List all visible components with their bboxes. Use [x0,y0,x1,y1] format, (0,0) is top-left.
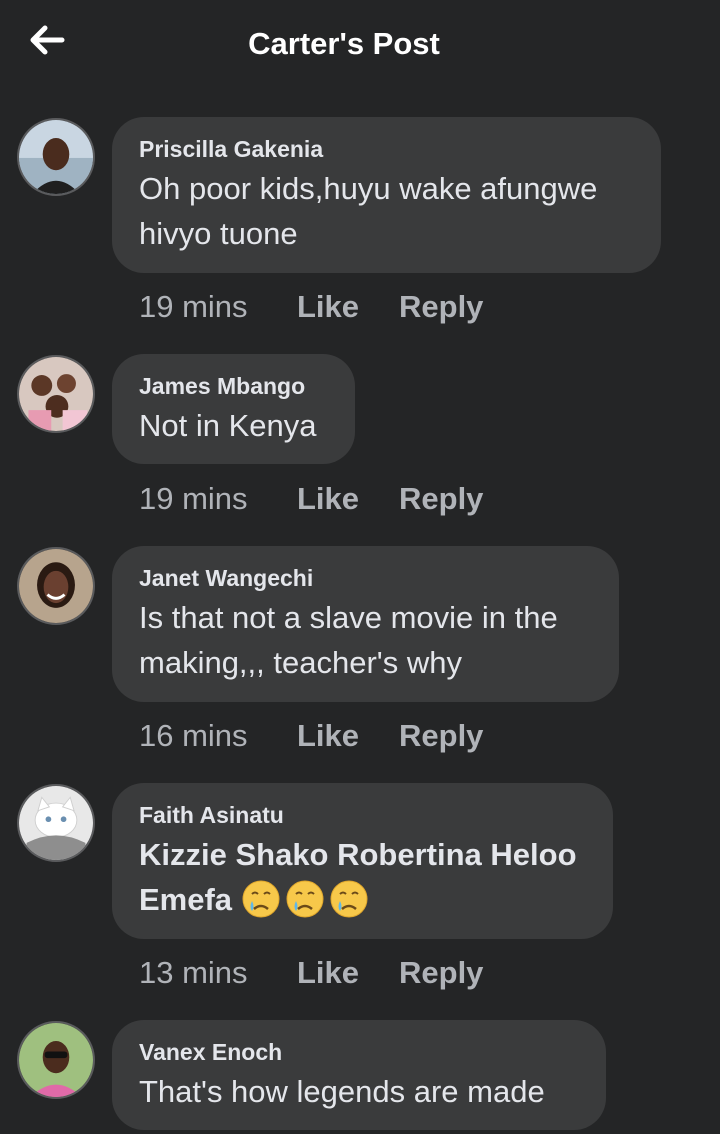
comment-actions: 19 mins Like Reply [139,287,483,327]
comment-bubble[interactable]: Priscilla Gakenia Oh poor kids,huyu wake… [112,117,661,273]
avatar[interactable] [17,547,95,625]
user-photo-icon [19,120,93,194]
cat-photo-icon [19,786,93,860]
comment-bubble[interactable]: Faith Asinatu Kizzie Shako Robertina Hel… [112,783,613,939]
comment-bubble[interactable]: Vanex Enoch That's how legends are made [112,1020,606,1130]
comment-text: Is that not a slave movie in the making,… [139,600,558,680]
sad-but-relieved-face-icon [330,880,368,918]
comment-text: That's how legends are made [139,1074,545,1109]
reply-button[interactable]: Reply [399,287,483,327]
comment-author[interactable]: Faith Asinatu [139,801,585,829]
comment-author[interactable]: Vanex Enoch [139,1038,578,1066]
comment-actions: 19 mins Like Reply [139,479,483,519]
avatar[interactable] [17,784,95,862]
comment-text: Oh poor kids,huyu wake afungwe hivyo tuo… [139,171,598,251]
comment-author[interactable]: Janet Wangechi [139,564,591,592]
like-button[interactable]: Like [297,479,399,519]
sad-but-relieved-face-icon [242,880,280,918]
comment-actions: 13 mins Like Reply [139,953,483,993]
like-button[interactable]: Like [297,287,399,327]
like-button[interactable]: Like [297,953,399,993]
comment-timestamp: 13 mins [139,955,248,990]
user-photo-icon [19,1023,93,1097]
top-bar: Carter's Post [0,0,720,92]
comment-timestamp: 16 mins [139,718,248,753]
avatar[interactable] [17,1021,95,1099]
comment-author[interactable]: James Mbango [139,372,327,400]
reply-button[interactable]: Reply [399,953,483,993]
comment-actions: 16 mins Like Reply [139,716,483,756]
comment-timestamp: 19 mins [139,289,248,324]
avatar[interactable] [17,355,95,433]
comment-bubble[interactable]: Janet Wangechi Is that not a slave movie… [112,546,619,702]
sad-but-relieved-face-icon [286,880,324,918]
reply-button[interactable]: Reply [399,716,483,756]
user-photo-icon [19,357,93,431]
reply-button[interactable]: Reply [399,479,483,519]
comment-text: Not in Kenya [139,408,317,443]
avatar[interactable] [17,118,95,196]
comment-author[interactable]: Priscilla Gakenia [139,135,633,163]
comment-bubble[interactable]: James Mbango Not in Kenya [112,354,355,464]
user-photo-icon [19,549,93,623]
comment-timestamp: 19 mins [139,481,248,516]
page-title: Carter's Post [248,26,440,61]
emoji-group [241,879,373,925]
comment-text: Kizzie Shako Robertina Heloo Emefa [139,832,585,925]
like-button[interactable]: Like [297,716,399,756]
